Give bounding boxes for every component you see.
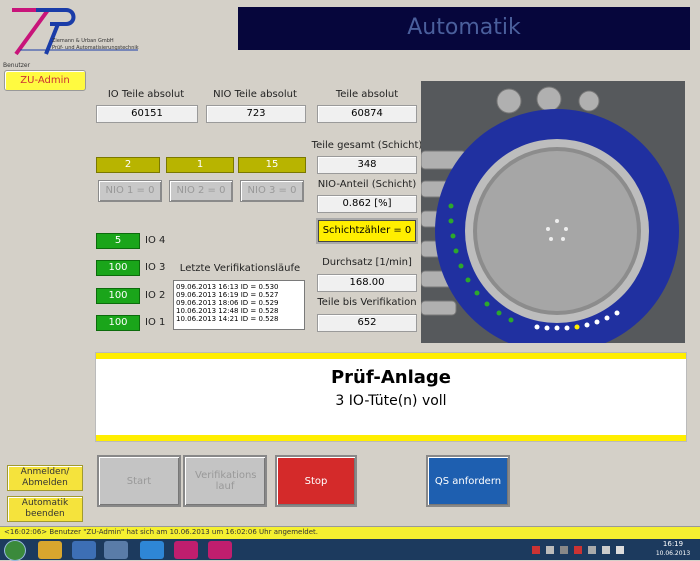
message-bar-top (96, 353, 686, 359)
logo-text-2: Prüf- und Automatisierungstechnik (52, 45, 139, 51)
durchsatz-label: Durchsatz [1/min] (322, 257, 412, 268)
rotary-table-graphic (421, 81, 685, 343)
nio3-count: 15 (238, 157, 306, 173)
tray-icon[interactable] (602, 546, 610, 554)
message-panel: Prüf-Anlage 3 IO-Tüte(n) voll (95, 352, 687, 442)
logo-text-1: Ziemann & Urban GmbH (52, 38, 114, 44)
list-item: 09.06.2013 18:06 ID = 0.529 (176, 299, 279, 307)
teile-absolut-label: Teile absolut (335, 89, 399, 100)
message-bar-bottom (96, 435, 686, 441)
clock[interactable]: 16:19 10.06.2013 (648, 540, 698, 560)
explorer-icon[interactable] (38, 541, 62, 559)
nio1-count: 2 (96, 157, 160, 173)
teile-gesamt-value: 348 (317, 156, 417, 174)
nio-anteil-label: NIO-Anteil (Schicht) (317, 179, 417, 190)
tray-icon[interactable] (546, 546, 554, 554)
io4-label: IO 4 (145, 235, 166, 246)
clock-date: 10.06.2013 (655, 550, 691, 557)
io3-label: IO 3 (145, 262, 166, 273)
status-text: <16:02:06> Benutzer "ZU-Admin" hat sich … (4, 528, 318, 536)
nio-teile-value: 723 (206, 105, 306, 123)
app-icon-2[interactable] (104, 541, 128, 559)
company-logo: Ziemann & Urban GmbH Prüf- und Automatis… (6, 6, 146, 58)
stop-button-label: Stop (304, 475, 328, 487)
start-button-label: Start (126, 475, 152, 487)
io1-label: IO 1 (145, 317, 166, 328)
tray-icon[interactable] (560, 546, 568, 554)
status-bar: <16:02:06> Benutzer "ZU-Admin" hat sich … (0, 526, 700, 540)
teile-bis-verifikation-label: Teile bis Verifikation (317, 297, 417, 308)
zu-app-icon-2[interactable] (208, 541, 232, 559)
nio2-count: 1 (166, 157, 234, 173)
nio1-reset-button[interactable]: NIO 1 = 0 (98, 180, 162, 202)
list-item: 10.06.2013 12:48 ID = 0.528 (176, 307, 279, 315)
list-item: 10.06.2013 14:21 ID = 0.528 (176, 315, 279, 323)
message-title: Prüf-Anlage (330, 367, 452, 388)
machine-image (421, 81, 685, 343)
tray-area (528, 544, 638, 556)
durchsatz-value: 168.00 (317, 274, 417, 292)
tray-icon[interactable] (588, 546, 596, 554)
benutzer-label: Benutzer (3, 62, 31, 69)
io2-label: IO 2 (145, 290, 166, 301)
nio-teile-label: NIO Teile absolut (213, 89, 297, 100)
page-title: Automatik (407, 15, 521, 40)
start-button[interactable]: Start (97, 455, 181, 507)
tray-icon[interactable] (574, 546, 582, 554)
app-icon-1[interactable] (72, 541, 96, 559)
clock-time: 16:19 (662, 540, 684, 548)
qs-anfordern-button[interactable]: QS anfordern (426, 455, 510, 507)
nio3-reset-button[interactable]: NIO 3 = 0 (240, 180, 304, 202)
tray-icon[interactable] (532, 546, 540, 554)
automatik-beenden-button[interactable]: Automatik beenden (7, 496, 83, 522)
list-item: 09.06.2013 16:13 ID = 0.530 (176, 283, 279, 291)
verifikation-label: Letzte Verifikationsläufe (179, 263, 301, 274)
user-button[interactable]: ZU-Admin (4, 70, 86, 91)
io3-value: 100 (96, 260, 140, 276)
io-teile-value: 60151 (96, 105, 198, 123)
stop-button[interactable]: Stop (275, 455, 357, 507)
io4-value: 5 (96, 233, 140, 249)
teile-absolut-value: 60874 (317, 105, 417, 123)
verifikation-list[interactable]: 09.06.2013 16:13 ID = 0.530 09.06.2013 1… (173, 280, 305, 330)
tray-icon[interactable] (616, 546, 624, 554)
list-item: 09.06.2013 16:19 ID = 0.527 (176, 291, 279, 299)
schichtzaehler-reset-button[interactable]: Schichtzähler = 0 (318, 220, 416, 242)
start-orb-icon[interactable] (4, 540, 26, 561)
nio2-reset-button[interactable]: NIO 2 = 0 (169, 180, 233, 202)
schichtzaehler-label: Schichtzähler = 0 (322, 225, 412, 236)
message-text: 3 IO-Tüte(n) voll (335, 393, 447, 409)
verifikation-button-label: Verifikations lauf (195, 470, 257, 492)
verifikation-button[interactable]: Verifikations lauf (183, 455, 267, 507)
anmelden-button[interactable]: Anmelden/ Abmelden (7, 465, 83, 491)
io1-value: 100 (96, 315, 140, 331)
zu-app-icon-1[interactable] (174, 541, 198, 559)
io2-value: 100 (96, 288, 140, 304)
nio-anteil-value: 0.862 [%] (317, 195, 417, 213)
qs-anfordern-label: QS anfordern (434, 475, 502, 487)
teile-bis-verifikation-value: 652 (317, 314, 417, 332)
teile-gesamt-label: Teile gesamt (Schicht) (311, 140, 423, 151)
page-title-bar: Automatik (238, 7, 690, 50)
user-button-label: ZU-Admin (20, 75, 70, 86)
io-teile-label: IO Teile absolut (107, 89, 185, 100)
ie-icon[interactable] (140, 541, 164, 559)
